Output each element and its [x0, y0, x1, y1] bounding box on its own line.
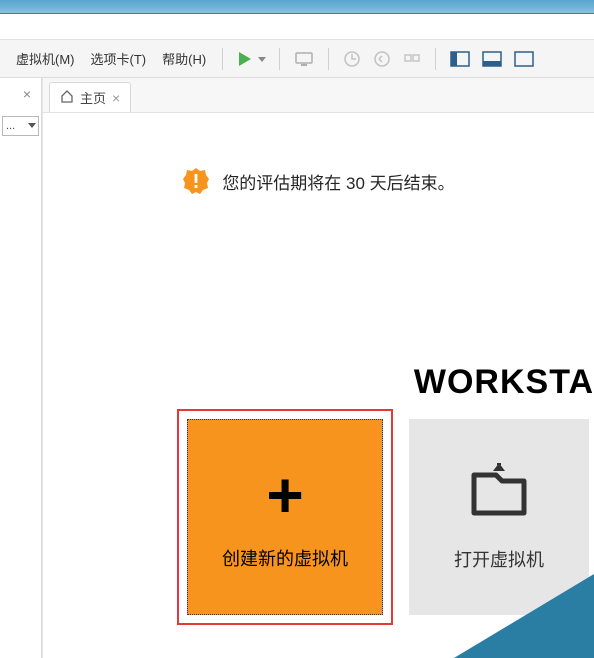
decorative-corner	[454, 574, 594, 658]
tab-close-button[interactable]: ×	[112, 91, 120, 105]
chevron-down-icon	[28, 122, 36, 130]
chevron-down-icon	[255, 52, 269, 66]
menu-help-label: 帮助(H)	[162, 52, 206, 67]
snapshot-revert-icon[interactable]	[369, 47, 395, 71]
tab-home-label: 主页	[80, 88, 106, 107]
layout-thumbnail-icon[interactable]	[478, 48, 506, 70]
main-toolbar: 虚拟机(M) 选项卡(T) 帮助(H)	[0, 40, 594, 78]
screen-icon[interactable]	[290, 47, 318, 71]
brand-title: WORKSTA	[414, 363, 594, 402]
separator	[435, 48, 436, 70]
plus-icon: +	[266, 463, 303, 527]
tab-strip: 主页 ×	[43, 78, 594, 112]
menu-vm-label: 虚拟机(M)	[16, 52, 75, 67]
menu-vm[interactable]: 虚拟机(M)	[10, 45, 81, 72]
body-row: × 主页 ×	[0, 78, 594, 658]
create-vm-button[interactable]: + 创建新的虚拟机	[177, 409, 393, 625]
power-on-group[interactable]	[233, 49, 269, 69]
panel-close-button[interactable]: ×	[0, 86, 41, 102]
snapshot-manager-icon[interactable]	[399, 47, 425, 71]
separator	[328, 48, 329, 70]
evaluation-notice: 您的评估期将在 30 天后结束。	[43, 167, 594, 195]
separator	[279, 48, 280, 70]
play-icon	[233, 49, 257, 69]
evaluation-notice-text: 您的评估期将在 30 天后结束。	[222, 169, 454, 194]
warning-badge-icon	[182, 167, 210, 195]
layout-fullscreen-icon[interactable]	[510, 48, 538, 70]
home-icon	[60, 89, 74, 106]
library-panel: ×	[0, 78, 42, 658]
tab-home[interactable]: 主页 ×	[49, 82, 131, 112]
folder-open-icon	[466, 463, 532, 524]
open-vm-label: 打开虚拟机	[454, 546, 544, 572]
create-vm-label: 创建新的虚拟机	[222, 545, 348, 571]
toolbar-spacer	[0, 14, 594, 40]
separator	[222, 48, 223, 70]
menu-help[interactable]: 帮助(H)	[156, 45, 212, 72]
snapshot-icon[interactable]	[339, 47, 365, 71]
menu-tabs-label: 选项卡(T)	[91, 52, 147, 67]
menu-tabs[interactable]: 选项卡(T)	[85, 45, 153, 72]
library-filter-dropdown[interactable]	[2, 116, 39, 136]
content-area: 主页 × 您的评估期将在 30 天后结束。 WORKSTA	[42, 78, 594, 658]
create-vm-inner: + 创建新的虚拟机	[187, 419, 383, 615]
window-titlebar	[0, 0, 594, 14]
home-page: 您的评估期将在 30 天后结束。 WORKSTA + 创建新的虚拟机	[43, 112, 594, 658]
layout-sidebar-icon[interactable]	[446, 48, 474, 70]
